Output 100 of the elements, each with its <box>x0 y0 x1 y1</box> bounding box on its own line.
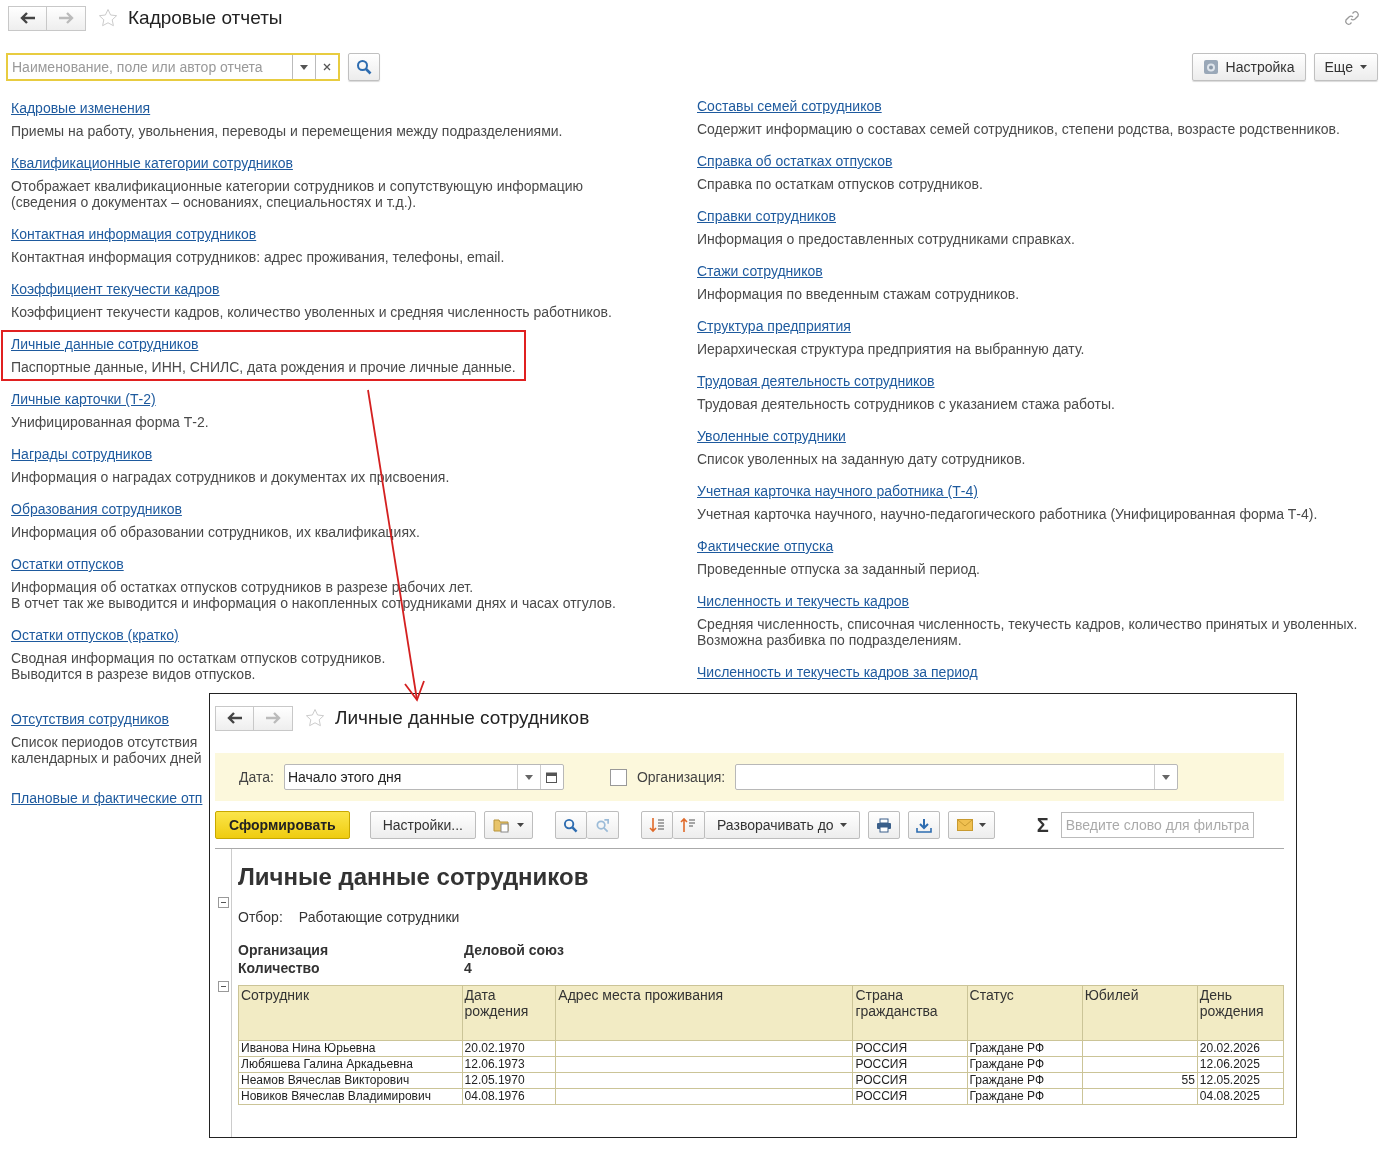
dropdown-icon <box>517 823 524 827</box>
parameter-name: Организация <box>238 941 330 959</box>
report-link[interactable]: Коэффициент текучести кадров <box>11 280 612 298</box>
window-title: Личные данные сотрудников <box>335 707 590 729</box>
report-link[interactable]: Отсутствия сотрудников <box>11 710 206 728</box>
settings-button[interactable]: Настройки... <box>369 811 476 839</box>
column-header: Дата рождения <box>462 985 556 1041</box>
organization-checkbox[interactable] <box>609 768 627 786</box>
star-icon[interactable] <box>305 708 325 728</box>
column-header: Страна гражданства <box>852 985 968 1041</box>
print-button[interactable] <box>867 811 900 839</box>
dropdown-icon <box>978 823 986 827</box>
table-cell: Граждане РФ <box>967 1040 1083 1057</box>
report-link[interactable]: Плановые и фактические отп <box>11 789 203 807</box>
link-icon[interactable] <box>1343 9 1361 27</box>
table-cell: 04.08.1976 <box>462 1088 556 1105</box>
report-description: Проведенные отпуска за заданный период. <box>697 561 980 577</box>
sort-icon <box>649 817 665 833</box>
report-link[interactable]: Личные данные сотрудников <box>11 335 516 353</box>
generate-button[interactable]: Сформировать <box>215 811 350 839</box>
report-link[interactable]: Стажи сотрудников <box>697 262 1020 280</box>
report-description: Паспортные данные, ИНН, СНИЛС, дата рождения и прочие личные данные. <box>11 359 516 375</box>
report-description: Трудовая деятельность сотрудников с указанием стажа работы. <box>697 396 1115 412</box>
report-description: Справка по остаткам отпусков сотрудников. <box>697 176 983 192</box>
table-cell: Граждане РФ <box>967 1088 1083 1105</box>
sum-button[interactable]: Σ <box>1036 813 1049 837</box>
table-cell: РОССИЯ <box>852 1056 968 1073</box>
settings-icon <box>1202 59 1219 75</box>
email-button[interactable] <box>947 811 995 839</box>
collapse-icon[interactable] <box>218 981 229 992</box>
report-link[interactable]: Трудовая деятельность сотрудников <box>697 372 1115 390</box>
parameter-value: Деловой союз <box>464 941 565 959</box>
table-cell: РОССИЯ <box>852 1072 968 1089</box>
report-link[interactable]: Остатки отпусков <box>11 555 616 573</box>
report-link[interactable]: Квалификационные категории сотрудников <box>11 154 651 172</box>
report-link[interactable]: Личные карточки (Т-2) <box>11 390 209 408</box>
left-arrow-icon <box>19 12 36 24</box>
report-description: Контактная информация сотрудников: адрес проживания, телефоны, email. <box>11 249 505 265</box>
report-link[interactable]: Уволенные сотрудники <box>697 427 1026 445</box>
report-link[interactable]: Фактические отпуска <box>697 537 980 555</box>
report-link[interactable]: Учетная карточка научного работника (Т-4) <box>697 482 1318 500</box>
star-icon[interactable] <box>98 8 118 28</box>
folder-icon <box>493 817 511 833</box>
report-link[interactable]: Справка об остатках отпусков <box>697 152 983 170</box>
sort-icon <box>680 817 697 833</box>
back-button[interactable] <box>215 705 254 731</box>
report-link[interactable]: Справки сотрудников <box>697 207 1075 225</box>
column-header: Статус <box>967 985 1083 1041</box>
parameter-name: Количество <box>238 959 321 977</box>
calendar-icon[interactable] <box>546 771 558 783</box>
settings-button[interactable]: Настройка <box>1191 53 1306 81</box>
report-link[interactable]: Кадровые изменения <box>11 99 563 117</box>
sort-ascending-button[interactable] <box>673 811 705 839</box>
page-title: Кадровые отчеты <box>128 7 283 29</box>
search-button[interactable] <box>555 811 587 839</box>
search-repeat-icon <box>595 817 610 833</box>
collapse-icon[interactable] <box>218 897 229 908</box>
table-cell: Иванова Нина Юрьевна <box>238 1040 463 1057</box>
envelope-icon <box>956 819 973 831</box>
dropdown-icon[interactable] <box>524 774 533 780</box>
report-link[interactable]: Контактная информация сотрудников <box>11 225 505 243</box>
filter-field[interactable]: Введите слово для фильтра <box>1060 812 1254 838</box>
download-button[interactable] <box>907 811 940 839</box>
organization-field[interactable] <box>735 764 1179 790</box>
date-field[interactable]: Начало этого дня <box>283 764 564 790</box>
report-description: Приемы на работу, увольнения, переводы и перемещения между подразделениями. <box>11 123 563 139</box>
report-description: Список уволенных на заданную дату сотрудников. <box>697 451 1026 467</box>
parameter-value: 4 <box>464 959 473 977</box>
table-cell: Неамов Вячеслав Викторович <box>238 1072 463 1089</box>
report-link[interactable]: Численность и текучесть кадров за период <box>697 663 978 681</box>
dropdown-icon[interactable] <box>300 64 308 70</box>
report-description: Иерархическая структура предприятия на выбранную дату. <box>697 341 1085 357</box>
table-cell: Граждане РФ <box>967 1056 1083 1073</box>
column-header: Юбилей <box>1082 985 1198 1041</box>
table-cell: 20.02.2026 <box>1197 1040 1284 1057</box>
report-link[interactable]: Численность и текучесть кадров <box>697 592 1362 610</box>
report-link[interactable]: Структура предприятия <box>697 317 1085 335</box>
column-header: День рождения <box>1197 985 1284 1041</box>
search-field[interactable]: Наименование, поле или автор отчета <box>6 53 340 81</box>
back-button[interactable] <box>8 5 47 31</box>
table-cell: 12.06.1973 <box>462 1056 556 1073</box>
column-header: Сотрудник <box>238 985 463 1041</box>
table-cell: 12.05.2025 <box>1197 1072 1284 1089</box>
report-link[interactable]: Составы семей сотрудников <box>697 97 1340 115</box>
more-button[interactable]: Еще <box>1313 53 1378 81</box>
sort-descending-button[interactable] <box>641 811 673 839</box>
table-cell: Граждане РФ <box>967 1072 1083 1089</box>
report-link[interactable]: Награды сотрудников <box>11 445 450 463</box>
dropdown-icon <box>839 823 847 827</box>
dropdown-icon[interactable] <box>1162 774 1171 780</box>
report-description: Сводная информация по остаткам отпусков сотрудников. Выводится в разрезе видов отпусков. <box>11 650 386 682</box>
left-arrow-icon <box>226 712 243 724</box>
expand-button[interactable]: Разворачивать до <box>705 811 860 839</box>
clear-icon[interactable] <box>323 63 331 71</box>
table-cell: Новиков Вячеслав Владимирович <box>238 1088 463 1105</box>
report-link[interactable]: Остатки отпусков (кратко) <box>11 626 386 644</box>
table-cell: 20.02.1970 <box>462 1040 556 1057</box>
report-description: Коэффициент текучести кадров, количество уволенных и средняя численность работников. <box>11 304 612 320</box>
search-button[interactable] <box>348 53 380 81</box>
report-link[interactable]: Образования сотрудников <box>11 500 420 518</box>
